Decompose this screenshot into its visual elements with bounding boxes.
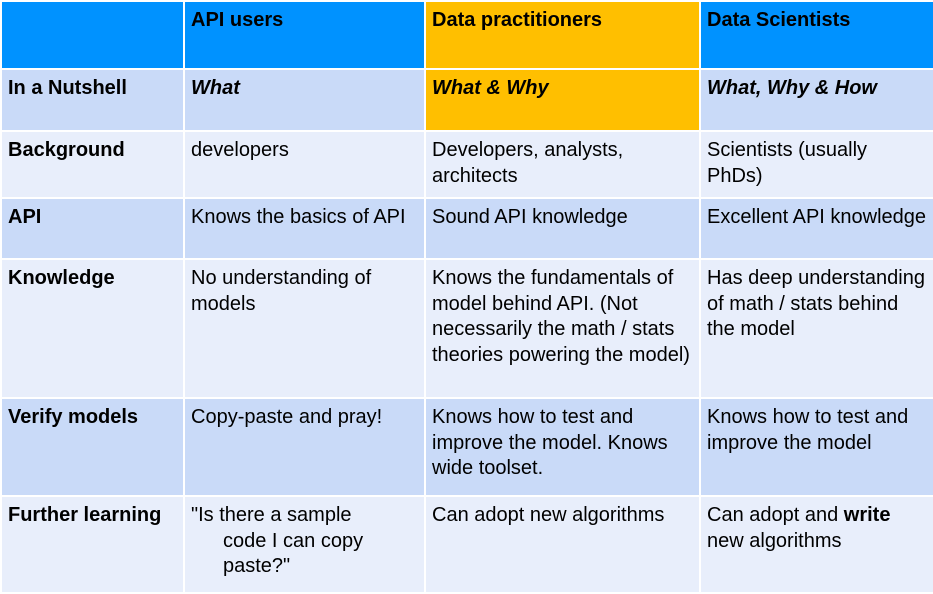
header-api-users: API users [183, 0, 426, 70]
cell-data-practitioners: Sound API knowledge [424, 197, 701, 260]
row-label: In a Nutshell [0, 68, 185, 132]
row-knowledge: Knowledge No understanding of models Kno… [0, 258, 933, 399]
row-verify-models: Verify models Copy-paste and pray! Knows… [0, 397, 933, 497]
cell-text: new algorithms [707, 529, 842, 552]
cell-data-practitioners: Developers, analysts, architects [424, 130, 701, 199]
row-in-a-nutshell: In a Nutshell What What & Why What, Why … [0, 68, 933, 132]
cell-api-users: What [183, 68, 426, 132]
row-further-learning: Further learning "Is there a sample code… [0, 495, 933, 594]
header-row: API users Data practitioners Data Scient… [0, 0, 933, 70]
cell-text: Can adopt and [707, 504, 844, 526]
cell-data-scientists: What, Why & How [699, 68, 933, 132]
cell-api-users: No understanding of models [183, 258, 426, 399]
cell-api-users: Knows the basics of API [183, 197, 426, 260]
cell-emphasis: write [843, 504, 891, 526]
cell-api-users: Copy-paste and pray! [183, 397, 426, 497]
row-label: API [0, 197, 185, 260]
header-empty-cell [0, 0, 185, 70]
cell-data-scientists: Knows how to test and improve the model [699, 397, 933, 497]
cell-data-scientists: Has deep understanding of math / stats b… [699, 258, 933, 399]
row-label: Background [0, 130, 185, 199]
cell-line: "Is there a sample [191, 504, 352, 526]
row-label: Verify models [0, 397, 185, 497]
row-api: API Knows the basics of API Sound API kn… [0, 197, 933, 260]
row-label: Further learning [0, 495, 185, 594]
cell-data-practitioners: Can adopt new algorithms [424, 495, 701, 594]
cell-data-scientists: Excellent API knowledge [699, 197, 933, 260]
cell-data-practitioners: Knows the fundamentals of model behind A… [424, 258, 701, 399]
header-data-scientists: Data Scientists [699, 0, 933, 70]
cell-data-scientists: Scientists (usually PhDs) [699, 130, 933, 199]
cell-data-scientists: Can adopt and write new algorithms [699, 495, 933, 594]
cell-api-users: developers [183, 130, 426, 199]
cell-api-users: "Is there a sample code I can copy paste… [183, 495, 426, 594]
cell-data-practitioners: What & Why [424, 68, 701, 132]
comparison-table: API users Data practitioners Data Scient… [0, 0, 933, 594]
row-label: Knowledge [0, 258, 185, 399]
row-background: Background developers Developers, analys… [0, 130, 933, 199]
cell-data-practitioners: Knows how to test and improve the model.… [424, 397, 701, 497]
cell-line-indented: code I can copy paste?" [223, 529, 364, 578]
header-data-practitioners: Data practitioners [424, 0, 701, 70]
